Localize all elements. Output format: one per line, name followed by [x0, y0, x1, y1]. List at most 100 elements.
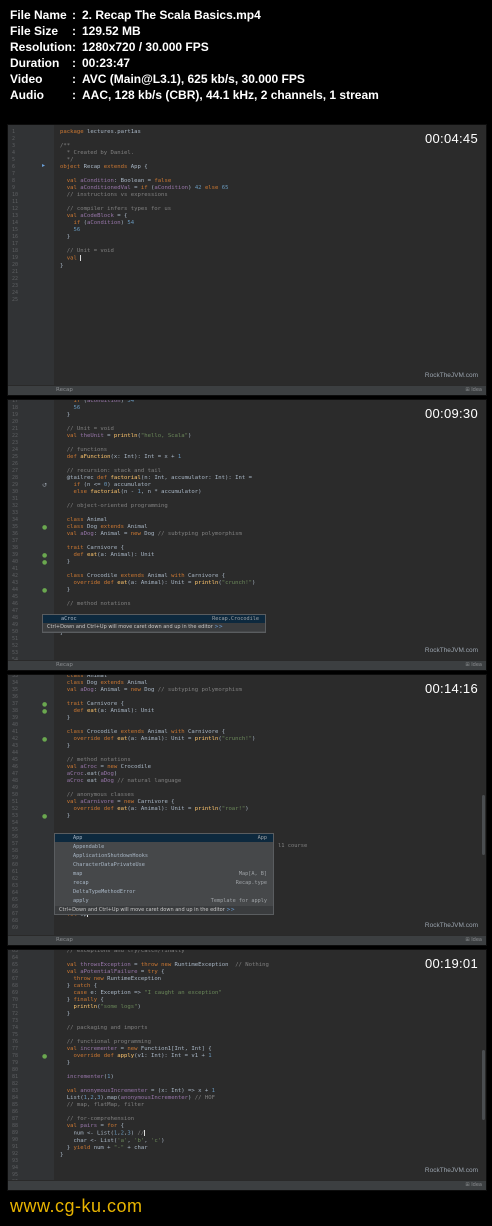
autocomplete-item[interactable]: CharacterDataPrivateUse: [55, 861, 273, 869]
info-sep: :: [72, 24, 76, 38]
info-sep: :: [72, 8, 76, 22]
line-number-gutter: 63 64 65 66 67 68 69 70 71 72 73 74 75 76 77 78 79 80 81 82…: [8, 950, 54, 1190]
rockthejvm-watermark: RockTheJVM.com: [424, 647, 478, 654]
autocomplete-popup[interactable]: App App Appendable ApplicationShutdownHoo…: [54, 833, 274, 915]
implemented-icon[interactable]: ●: [42, 708, 47, 715]
autocomplete-item[interactable]: recap Recap.type: [55, 879, 273, 887]
override-icon[interactable]: ●: [42, 813, 47, 820]
ide-icon: ⊞ Idea: [465, 662, 482, 668]
timestamp: 00:04:45: [424, 131, 478, 146]
breadcrumb[interactable]: Recap: [56, 387, 73, 393]
info-key: Video: [10, 72, 43, 86]
hint-more-link[interactable]: >>: [214, 624, 222, 630]
info-value: 2. Recap The Scala Basics.mp4: [82, 8, 261, 22]
autocomplete-item-label: aCroc: [61, 616, 77, 622]
info-value: AAC, 128 kb/s (CBR), 44.1 kHz, 2 channel…: [82, 88, 379, 102]
implemented-icon[interactable]: ●: [42, 552, 47, 559]
video-frame-4: 63 64 65 66 67 68 69 70 71 72 73 74 75 76 77 78 79 80 81 82…: [7, 949, 487, 1191]
site-watermark: www.cg-ku.com: [10, 1196, 143, 1216]
info-sep: :: [72, 88, 76, 102]
line-numbers: 33 34 35 36 37 38 39 40 41 42 43 44 45 46 47 48 49 50 51 52…: [12, 674, 19, 931]
editor-status-bar: Recap ⊞ Idea: [8, 935, 486, 945]
video-frame-2: 17 18 19 20 21 22 23 24 25 26 27 28 29 30 31 32 33 34 35 36…: [7, 399, 487, 671]
autocomplete-item[interactable]: App App: [55, 834, 273, 842]
line-numbers: 1 2 3 4 5 6 7 8 9 10 11 12 13 14 15 16 17 18 19 20 21 22 23 24 2…: [12, 129, 19, 303]
hint-more-link[interactable]: >>: [226, 907, 234, 913]
info-row-duration: Duration:00:23:47: [10, 56, 130, 72]
rockthejvm-watermark: RockTheJVM.com: [424, 372, 478, 379]
info-row-resolution: Resolution: 1280x720 / 30.000 FPS: [10, 40, 209, 56]
code-editor[interactable]: if (aCondition) 54 56 } // Unit = void v…: [60, 400, 255, 637]
info-row-video: Video: AVC (Main@L3.1), 625 kb/s, 30.000 …: [10, 72, 305, 88]
autocomplete-item[interactable]: ApplicationShutdownHooks: [55, 852, 273, 860]
autocomplete-item-label: DeltaTypeMethodError: [73, 889, 136, 895]
info-key: File Size: [10, 24, 59, 38]
implemented-icon[interactable]: ●: [42, 524, 47, 531]
line-number-gutter: 33 34 35 36 37 38 39 40 41 42 43 44 45 46 47 48 49 50 51 52…: [8, 675, 54, 945]
info-sep: :: [72, 56, 76, 70]
override-icon[interactable]: ●: [42, 1053, 47, 1060]
info-sep: :: [72, 40, 76, 54]
autocomplete-item-label: CharacterDataPrivateUse: [73, 862, 145, 868]
override-icon[interactable]: ●: [42, 736, 47, 743]
ide-icon: ⊞ Idea: [465, 937, 482, 943]
editor-status-bar: Recap ⊞ Idea: [8, 385, 486, 395]
run-arrow-icon[interactable]: ▸: [42, 162, 45, 169]
info-key: Audio: [10, 88, 44, 102]
hint-text: Ctrl+Down and Ctrl+Up will move caret do…: [47, 624, 223, 630]
code-editor[interactable]: // exceptions and try/catch/finally val …: [60, 950, 269, 1159]
autocomplete-item-type: Map[A, B]: [238, 871, 267, 877]
autocomplete-item[interactable]: map Map[A, B]: [55, 870, 273, 878]
autocomplete-item-label: apply: [73, 898, 89, 904]
vertical-scrollbar[interactable]: [482, 795, 485, 855]
autocomplete-item-type: App: [257, 835, 267, 841]
editor-status-bar: Recap ⊞ Idea: [8, 660, 486, 670]
info-key: Duration: [10, 56, 60, 70]
autocomplete-hint: Ctrl+Down and Ctrl+Up will move caret do…: [43, 623, 265, 631]
hint-message: Ctrl+Down and Ctrl+Up will move caret do…: [59, 907, 225, 913]
autocomplete-item[interactable]: aCroc Recap.Crocodile: [43, 615, 265, 623]
autocomplete-item-label: map: [73, 871, 83, 877]
autocomplete-item[interactable]: apply Template for apply: [55, 897, 273, 905]
info-key: Resolution: [10, 40, 72, 54]
timestamp: 00:19:01: [424, 956, 478, 971]
vertical-scrollbar[interactable]: [482, 1050, 485, 1120]
ide-icon: ⊞ Idea: [465, 1182, 482, 1188]
file-info-panel: File Name:2. Recap The Scala Basics.mp4 …: [0, 0, 492, 118]
line-numbers: 17 18 19 20 21 22 23 24 25 26 27 28 29 30 31 32 33 34 35 36…: [12, 399, 19, 670]
video-frame-1: 1 2 3 4 5 6 7 8 9 10 11 12 13 14 15 16 17 18 19 20 21 22 23 24 2…: [7, 124, 487, 396]
autocomplete-item-label: recap: [73, 880, 89, 886]
autocomplete-item-type: Recap.type: [235, 880, 267, 886]
info-row-audio: Audio: AAC, 128 kb/s (CBR), 44.1 kHz, 2 c…: [10, 88, 379, 104]
info-row-file-size: File Size:129.52 MB: [10, 24, 141, 40]
recursion-icon[interactable]: ↺: [42, 482, 47, 489]
autocomplete-item-type: Recap.Crocodile: [212, 616, 259, 622]
info-value: 129.52 MB: [82, 24, 141, 38]
hint-message: Ctrl+Down and Ctrl+Up will move caret do…: [47, 624, 213, 630]
rockthejvm-watermark: RockTheJVM.com: [424, 922, 478, 929]
editor-status-bar: ⊞ Idea: [8, 1180, 486, 1190]
override-icon[interactable]: ●: [42, 587, 47, 594]
implemented-icon[interactable]: ●: [42, 559, 47, 566]
breadcrumb[interactable]: Recap: [56, 937, 73, 943]
info-value: AVC (Main@L3.1), 625 kb/s, 30.000 FPS: [82, 72, 305, 86]
autocomplete-hint: Ctrl+Down and Ctrl+Up will move caret do…: [55, 906, 273, 914]
autocomplete-item[interactable]: Appendable: [55, 843, 273, 851]
code-editor[interactable]: package lectures.part1as /** * Created b…: [60, 129, 229, 270]
timestamp: 00:14:16: [424, 681, 478, 696]
hint-text: Ctrl+Down and Ctrl+Up will move caret do…: [59, 907, 235, 913]
ide-icon: ⊞ Idea: [465, 387, 482, 393]
breadcrumb[interactable]: Recap: [56, 662, 73, 668]
autocomplete-item-label: App: [73, 835, 83, 841]
info-sep: :: [72, 72, 76, 86]
video-frame-3: 33 34 35 36 37 38 39 40 41 42 43 44 45 46 47 48 49 50 51 52…: [7, 674, 487, 946]
autocomplete-popup[interactable]: aCroc Recap.Crocodile Ctrl+Down and Ctrl…: [42, 614, 266, 633]
side-text: l1 course: [278, 843, 308, 849]
timestamp: 00:09:30: [424, 406, 478, 421]
implemented-icon[interactable]: ●: [42, 701, 47, 708]
autocomplete-item-label: ApplicationShutdownHooks: [73, 853, 148, 859]
autocomplete-item-label: Appendable: [73, 844, 105, 850]
info-value: 1280x720 / 30.000 FPS: [82, 40, 209, 54]
autocomplete-item[interactable]: DeltaTypeMethodError: [55, 888, 273, 896]
info-row-file-name: File Name:2. Recap The Scala Basics.mp4: [10, 8, 261, 24]
